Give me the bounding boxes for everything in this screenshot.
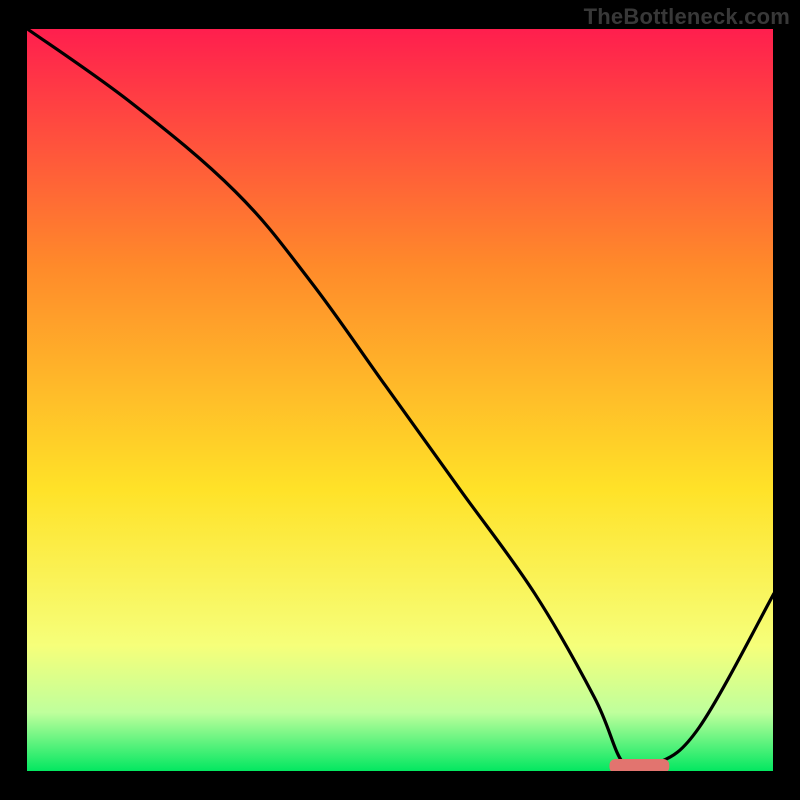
optimal-range-marker (609, 759, 669, 773)
watermark-text: TheBottleneck.com (584, 4, 790, 30)
gradient-background (26, 28, 774, 772)
bottleneck-chart (0, 0, 800, 800)
